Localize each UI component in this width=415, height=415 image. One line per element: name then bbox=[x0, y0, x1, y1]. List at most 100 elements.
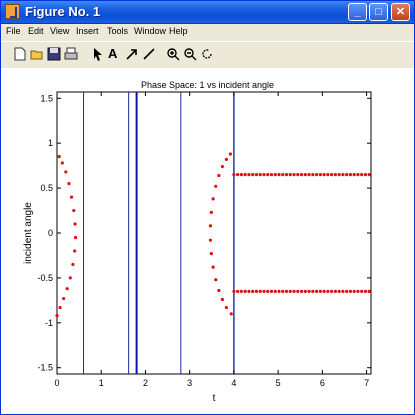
data-point-33 bbox=[239, 173, 244, 177]
data-point-1 bbox=[60, 161, 64, 165]
data-point-45 bbox=[284, 173, 289, 177]
data-point-15 bbox=[228, 152, 232, 156]
y-tick-label-1: -1 bbox=[45, 318, 53, 328]
data-point-95 bbox=[333, 289, 337, 293]
y-tick-label-0: -1.5 bbox=[37, 363, 53, 373]
menu-tools[interactable]: Tools bbox=[107, 26, 128, 36]
data-point-18 bbox=[217, 173, 221, 178]
menu-window[interactable]: Window bbox=[134, 26, 166, 36]
data-point-82 bbox=[284, 289, 289, 293]
minimize-button[interactable]: _ bbox=[348, 3, 367, 21]
data-point-74 bbox=[254, 289, 259, 293]
data-point-59 bbox=[337, 173, 341, 177]
plot-axes-box bbox=[56, 91, 372, 375]
data-point-102 bbox=[360, 289, 364, 293]
y-tick-label-3: 0 bbox=[48, 228, 53, 238]
data-point-56 bbox=[326, 173, 330, 177]
menu-help[interactable]: Help bbox=[169, 26, 188, 36]
data-point-87 bbox=[303, 289, 307, 293]
data-point-19 bbox=[214, 184, 218, 188]
open-file-icon[interactable] bbox=[30, 47, 44, 61]
close-button[interactable]: ✕ bbox=[391, 3, 410, 21]
data-point-94 bbox=[330, 289, 334, 293]
data-point-97 bbox=[341, 289, 345, 293]
toolbar: A bbox=[1, 41, 414, 69]
data-point-42 bbox=[273, 173, 277, 177]
zoom-out-icon[interactable] bbox=[183, 47, 197, 61]
print-icon[interactable] bbox=[64, 47, 78, 61]
data-point-86 bbox=[299, 289, 304, 293]
data-point-64 bbox=[356, 173, 360, 177]
data-point-36 bbox=[251, 173, 255, 177]
y-axis-label: incident angle bbox=[23, 202, 34, 264]
data-point-104 bbox=[367, 289, 371, 293]
data-point-26 bbox=[214, 278, 218, 282]
data-point-85 bbox=[296, 289, 300, 293]
data-point-43 bbox=[277, 173, 281, 177]
data-point-49 bbox=[299, 173, 304, 177]
data-point-28 bbox=[220, 297, 225, 302]
data-point-51 bbox=[307, 173, 311, 177]
phase-space-plot[interactable]: 0 1 2 3 4 5 6 7 -1.5 -1 -0.5 0 0.5 1 1.5 t incident angl… bbox=[1, 68, 414, 414]
new-file-icon[interactable] bbox=[13, 47, 27, 61]
data-point-5 bbox=[72, 208, 76, 213]
data-point-37 bbox=[254, 173, 259, 177]
data-point-10 bbox=[68, 276, 72, 280]
data-point-11 bbox=[65, 287, 69, 291]
data-point-99 bbox=[348, 289, 353, 293]
data-point-98 bbox=[345, 289, 349, 293]
zoom-in-icon[interactable] bbox=[166, 47, 180, 61]
data-point-72 bbox=[247, 289, 251, 293]
data-point-7 bbox=[73, 235, 78, 240]
arrow-select-icon[interactable] bbox=[91, 47, 105, 61]
x-tick-label-2: 2 bbox=[143, 378, 148, 388]
menu-edit[interactable]: Edit bbox=[28, 26, 44, 36]
matlab-app-icon bbox=[5, 4, 20, 19]
x-axis-label: t bbox=[213, 393, 216, 404]
data-point-13 bbox=[58, 305, 62, 310]
menu-insert[interactable]: Insert bbox=[76, 26, 99, 36]
line-tool-icon[interactable] bbox=[142, 47, 156, 61]
save-icon[interactable] bbox=[47, 47, 61, 61]
data-point-100 bbox=[352, 289, 356, 293]
data-point-70 bbox=[239, 289, 244, 293]
x-tick-label-0: 0 bbox=[54, 378, 59, 388]
menu-file[interactable]: File bbox=[6, 26, 21, 36]
data-point-17 bbox=[220, 164, 225, 169]
data-point-83 bbox=[288, 289, 292, 293]
data-point-73 bbox=[251, 289, 255, 293]
data-point-67 bbox=[367, 173, 371, 177]
data-point-32 bbox=[236, 173, 240, 177]
data-point-8 bbox=[73, 249, 77, 253]
title-bar[interactable]: Figure No. 1 _ □ ✕ bbox=[1, 1, 414, 24]
rotate-icon[interactable] bbox=[200, 47, 214, 61]
x-tick-label-7: 7 bbox=[364, 378, 369, 388]
x-tick-label-1: 1 bbox=[99, 378, 104, 388]
data-point-14 bbox=[55, 314, 59, 318]
data-point-88 bbox=[307, 289, 311, 293]
data-point-16 bbox=[224, 157, 228, 161]
arrow-tool-icon[interactable] bbox=[125, 47, 139, 61]
menu-view[interactable]: View bbox=[50, 26, 69, 36]
data-point-50 bbox=[303, 173, 307, 177]
window-title: Figure No. 1 bbox=[25, 4, 101, 19]
data-point-58 bbox=[333, 173, 337, 177]
maximize-button[interactable]: □ bbox=[369, 3, 388, 21]
data-point-89 bbox=[311, 289, 315, 293]
data-point-35 bbox=[247, 173, 251, 177]
data-point-9 bbox=[71, 262, 75, 267]
data-point-12 bbox=[62, 296, 66, 301]
data-point-78 bbox=[269, 289, 274, 293]
data-point-27 bbox=[217, 288, 221, 293]
data-point-76 bbox=[262, 289, 266, 293]
data-point-25 bbox=[211, 265, 215, 269]
data-point-77 bbox=[266, 289, 270, 293]
data-point-29 bbox=[224, 305, 228, 310]
text-tool-icon[interactable]: A bbox=[108, 47, 122, 61]
data-point-93 bbox=[326, 289, 330, 293]
data-point-46 bbox=[288, 173, 292, 177]
data-point-47 bbox=[292, 173, 296, 177]
data-point-90 bbox=[315, 289, 319, 293]
data-point-53 bbox=[315, 173, 319, 177]
data-point-38 bbox=[258, 173, 262, 177]
